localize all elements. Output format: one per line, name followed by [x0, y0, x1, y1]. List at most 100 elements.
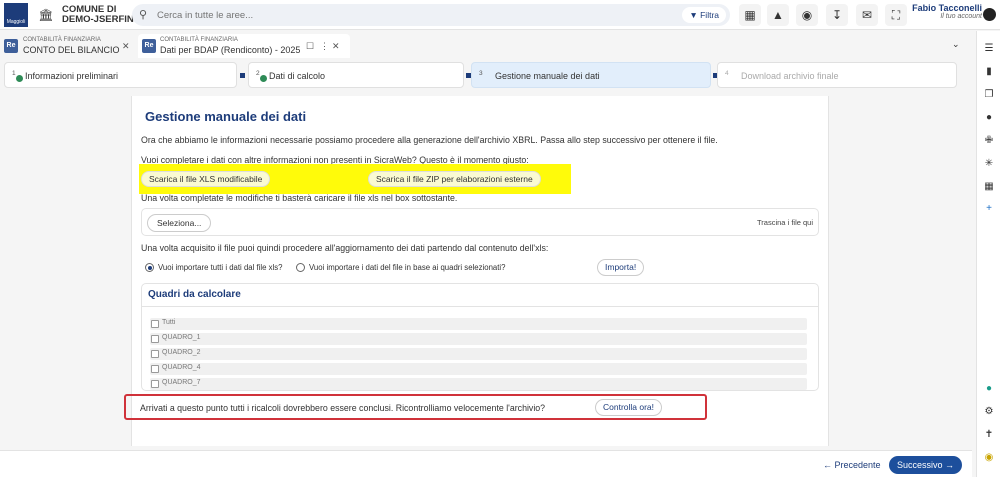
calculator-icon[interactable]: ▦	[982, 181, 996, 192]
radio-import-selected-label[interactable]: Vuoi importare i dati del file in base a…	[309, 263, 505, 272]
user-menu[interactable]: Fabio Tacconelli Il tuo account	[912, 3, 982, 20]
copy-icon[interactable]: ❐	[982, 89, 996, 100]
coins-icon[interactable]: ●	[982, 112, 996, 123]
user-role: Il tuo account	[940, 13, 982, 20]
mail-icon[interactable]: ✉	[856, 4, 878, 26]
help-icon[interactable]: ◉	[982, 452, 996, 463]
location-icon[interactable]: ●	[982, 383, 996, 394]
file-drop-zone[interactable]: Seleziona... Trascina i file qui	[141, 208, 819, 236]
import-button[interactable]: Importa!	[597, 259, 645, 276]
tab-subtitle: CONTABILITÀ FINANZIARIA	[23, 37, 101, 43]
quadro-checkbox[interactable]	[151, 320, 159, 328]
quadro-label: QUADRO_2	[162, 349, 201, 356]
select-file-button[interactable]: Seleziona...	[147, 214, 212, 232]
step-label: Download archivio finale	[741, 71, 839, 81]
quadro-checkbox[interactable]	[151, 365, 159, 373]
bank-icon[interactable]: 🏛	[38, 7, 54, 23]
tab-dati-bdap[interactable]: Re CONTABILITÀ FINANZIARIA Dati per BDAP…	[138, 34, 350, 58]
quadro-row[interactable]: QUADRO_4	[150, 363, 807, 375]
search-input[interactable]	[157, 8, 637, 22]
close-icon[interactable]: ✕	[332, 41, 340, 52]
radio-import-all[interactable]	[145, 263, 154, 272]
quadri-title: Quadri da calcolare	[148, 289, 241, 300]
filter-label: Filtra	[700, 10, 719, 20]
step-number: 4	[725, 70, 729, 77]
quadri-panel: Quadri da calcolare Tutti QUADRO_1 QUADR…	[141, 283, 819, 391]
filter-button[interactable]: ▼ Filtra	[682, 7, 726, 23]
final-check-box: Arrivati a questo punto tutti i ricalcol…	[124, 394, 707, 420]
gear-icon[interactable]: ⚙	[982, 406, 996, 417]
quadro-row[interactable]: QUADRO_2	[150, 348, 807, 360]
quadro-label: QUADRO_4	[162, 364, 201, 371]
step-number: 3	[479, 70, 483, 77]
book-icon[interactable]: ▮	[982, 66, 996, 77]
quadro-row[interactable]: QUADRO_7	[150, 378, 807, 390]
quadro-checkbox[interactable]	[151, 380, 159, 388]
step-informazioni-preliminari[interactable]: 1 Informazioni preliminari	[4, 62, 237, 88]
search-icon: ⚲	[139, 9, 148, 21]
download-icon[interactable]: ↧	[826, 4, 848, 26]
quadro-checkbox[interactable]	[151, 350, 159, 358]
account-icon[interactable]	[983, 8, 996, 21]
quadro-row[interactable]: Tutti	[150, 318, 807, 330]
chevron-down-icon[interactable]: ⌄	[952, 39, 960, 50]
radio-import-all-label[interactable]: Vuoi importare tutti i dati dal file xls…	[158, 263, 283, 272]
intro-text: Ora che abbiamo le informazioni necessar…	[141, 135, 718, 145]
arrow-right-icon: →	[945, 460, 955, 470]
arrow-left-icon: ←	[823, 460, 832, 470]
list-icon[interactable]: ☰	[982, 43, 996, 54]
user-name: Fabio Tacconelli	[912, 3, 982, 13]
plug-icon[interactable]: ✙	[982, 135, 996, 146]
bookmark-icon[interactable]: ☐	[306, 41, 314, 52]
quadro-label: QUADRO_7	[162, 379, 201, 386]
accessibility-icon[interactable]: ✝	[982, 429, 996, 440]
next-button[interactable]: Successivo →	[889, 456, 963, 474]
drag-hint: Trascina i file qui	[757, 218, 813, 227]
step-gestione-manuale[interactable]: 3 Gestione manuale dei dati	[471, 62, 711, 88]
tab-title: CONTO DEL BILANCIO	[23, 45, 120, 55]
step-download-archivio: 4 Download archivio finale	[717, 62, 957, 88]
app-icon: Re	[4, 39, 18, 53]
footer-bar: ← Precedente Successivo →	[0, 450, 972, 477]
close-icon[interactable]: ✕	[122, 41, 130, 52]
tab-subtitle: CONTABILITÀ FINANZIARIA	[160, 37, 238, 43]
download-zip-button[interactable]: Scarica il file ZIP per elaborazioni est…	[368, 171, 541, 187]
step-number: 2	[256, 70, 260, 77]
step-connector	[240, 73, 245, 78]
check-icon	[260, 75, 267, 82]
right-toolbar: ☰ ▮ ❐ ● ✙ ✳ ▦ + ● ⚙ ✝ ◉	[976, 31, 1000, 477]
quadro-row[interactable]: QUADRO_1	[150, 333, 807, 345]
previous-button[interactable]: ← Precedente	[816, 456, 888, 474]
dashboard-icon[interactable]: ▦	[739, 4, 761, 26]
maggioli-logo[interactable]: Maggioli	[4, 3, 28, 27]
more-icon[interactable]: ⋮	[320, 41, 329, 52]
upload-hint-text: Una volta completate le modifiche ti bas…	[141, 193, 458, 203]
network-icon[interactable]: ✳	[982, 158, 996, 169]
step-label: Informazioni preliminari	[25, 71, 119, 81]
add-icon[interactable]: +	[982, 203, 996, 214]
app-icon: Re	[142, 39, 156, 53]
bell-icon[interactable]: ◉	[796, 4, 818, 26]
final-check-text: Arrivati a questo punto tutti i ricalcol…	[140, 403, 546, 413]
check-icon	[16, 75, 23, 82]
highlight-area: Scarica il file XLS modificabile Scarica…	[139, 164, 571, 194]
step-number: 1	[12, 70, 16, 77]
download-xls-button[interactable]: Scarica il file XLS modificabile	[141, 171, 271, 187]
top-bar: Maggioli 🏛 COMUNE DI DEMO-JSERFIN ⚲ ▼ Fi…	[0, 0, 1000, 30]
tab-conto-bilancio[interactable]: Re CONTABILITÀ FINANZIARIA CONTO DEL BIL…	[4, 34, 132, 58]
organization-name: COMUNE DI DEMO-JSERFIN	[62, 5, 134, 25]
quadro-label: QUADRO_1	[162, 334, 201, 341]
page-title: Gestione manuale dei dati	[145, 109, 307, 124]
quadro-checkbox[interactable]	[151, 335, 159, 343]
next-label: Successivo	[897, 460, 943, 470]
step-label: Gestione manuale dei dati	[495, 71, 600, 81]
warning-icon[interactable]: ▲	[767, 4, 789, 26]
radio-import-selected[interactable]	[296, 263, 305, 272]
tab-bar: Re CONTABILITÀ FINANZIARIA CONTO DEL BIL…	[0, 31, 972, 58]
step-dati-di-calcolo[interactable]: 2 Dati di calcolo	[248, 62, 464, 88]
step-label: Dati di calcolo	[269, 71, 326, 81]
global-search[interactable]: ⚲ ▼ Filtra	[132, 4, 730, 26]
fullscreen-icon[interactable]: ⛶	[885, 4, 907, 26]
org-line-2: DEMO-JSERFIN	[62, 14, 134, 25]
check-now-button[interactable]: Controlla ora!	[595, 399, 663, 416]
